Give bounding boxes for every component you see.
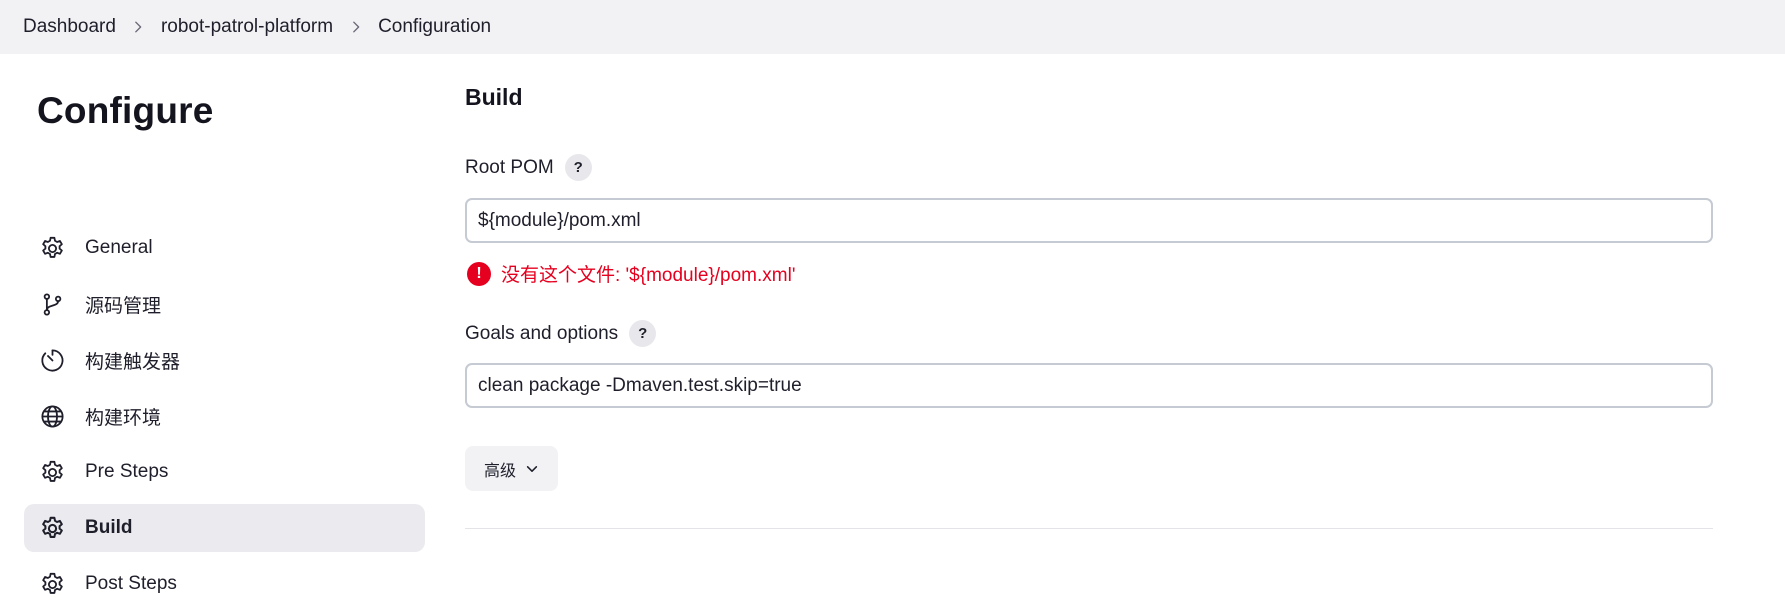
sidebar-item-general[interactable]: General: [24, 224, 425, 272]
gear-icon: [39, 459, 66, 486]
sidebar-item-label: Post Steps: [85, 573, 177, 594]
root-pom-label: Root POM: [465, 156, 554, 178]
sidebar-item-pre-steps[interactable]: Pre Steps: [24, 448, 425, 496]
goals-label-row: Goals and options ?: [465, 320, 657, 347]
sidebar-item-label: Pre Steps: [85, 461, 169, 482]
sidebar-item-build-triggers[interactable]: 构建触发器: [24, 336, 425, 384]
globe-icon: [39, 403, 66, 430]
branch-icon: [39, 291, 66, 318]
sidebar-item-post-steps[interactable]: Post Steps: [24, 560, 425, 608]
goals-label: Goals and options: [465, 322, 619, 344]
sidebar-item-label: General: [85, 237, 153, 258]
gear-icon: [39, 515, 66, 542]
goals-help-button[interactable]: ?: [629, 320, 657, 347]
sidebar-item-source-control[interactable]: 源码管理: [24, 280, 425, 328]
sidebar-item-build-environment[interactable]: 构建环境: [24, 392, 425, 440]
main-content: Build Root POM ? ! 没有这个文件: '${module}/po…: [465, 54, 1715, 563]
root-pom-help-button[interactable]: ?: [564, 154, 592, 181]
chevron-right-icon: [116, 20, 161, 34]
sidebar-item-label: 构建环境: [85, 407, 162, 429]
error-icon: !: [467, 261, 491, 286]
sidebar-item-label: 源码管理: [85, 295, 162, 317]
root-pom-input[interactable]: [465, 198, 1713, 243]
chevron-right-icon: [333, 20, 378, 34]
sidebar: Configure General 源码管理 构建触发器 构建环境 Pre St…: [0, 54, 430, 594]
divider: [465, 528, 1713, 529]
root-pom-error: ! 没有这个文件: '${module}/pom.xml': [467, 260, 795, 287]
breadcrumb-bar: Dashboard robot-patrol-platform Configur…: [0, 0, 1785, 54]
sidebar-item-build[interactable]: Build: [24, 504, 425, 552]
timer-icon: [39, 347, 66, 374]
sidebar-item-label: 构建触发器: [85, 351, 181, 373]
sidebar-item-label: Build: [85, 517, 133, 538]
breadcrumb-configuration[interactable]: Configuration: [378, 16, 491, 38]
advanced-label: 高级: [483, 462, 516, 480]
page-title: Configure: [37, 90, 214, 131]
breadcrumb-project[interactable]: robot-patrol-platform: [161, 16, 333, 38]
section-title: Build: [465, 84, 523, 110]
breadcrumb-dashboard[interactable]: Dashboard: [23, 16, 116, 38]
root-pom-error-text: 没有这个文件: '${module}/pom.xml': [501, 265, 796, 286]
root-pom-label-row: Root POM ?: [465, 154, 592, 181]
sidebar-nav: General 源码管理 构建触发器 构建环境 Pre Steps Build …: [24, 224, 425, 616]
chevron-down-icon: [526, 465, 538, 472]
goals-input[interactable]: [465, 363, 1713, 408]
gear-icon: [39, 235, 66, 262]
gear-icon: [39, 571, 66, 598]
advanced-button[interactable]: 高级: [465, 446, 558, 491]
